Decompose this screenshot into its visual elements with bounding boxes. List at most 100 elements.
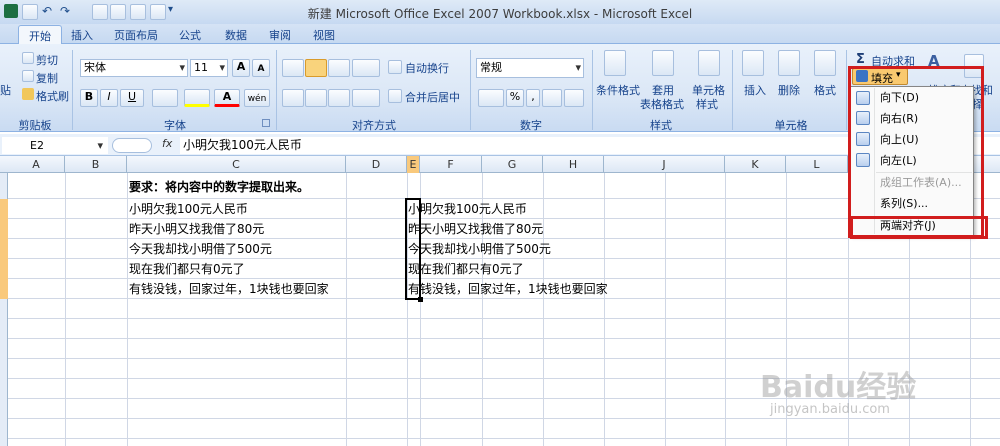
wrap-text-button[interactable]: 自动换行 bbox=[405, 60, 449, 76]
group-label-font: 字体 bbox=[164, 119, 186, 132]
font-name-select[interactable]: 宋体 ▾ bbox=[80, 59, 188, 77]
annotation-highlight-item bbox=[850, 216, 988, 239]
indent-icon[interactable] bbox=[352, 89, 380, 107]
underline-button[interactable]: U bbox=[120, 89, 144, 107]
row-header-selected[interactable] bbox=[0, 239, 8, 259]
comma-button[interactable]: , bbox=[526, 89, 540, 107]
decrease-decimal-icon[interactable] bbox=[564, 89, 584, 107]
align-middle-icon[interactable] bbox=[305, 59, 327, 77]
chevron-down-icon: ▾ bbox=[97, 139, 103, 152]
column-header-a[interactable]: A bbox=[8, 156, 65, 173]
phonetic-icon[interactable]: wén bbox=[244, 89, 270, 107]
selection-range bbox=[405, 198, 421, 300]
column-header-c[interactable]: C bbox=[127, 156, 346, 173]
cell-e4[interactable]: 今天我却找小明借了500元 bbox=[408, 239, 551, 259]
tab-review[interactable]: 审阅 bbox=[262, 25, 298, 44]
column-header-j[interactable]: J bbox=[604, 156, 725, 173]
grid-line bbox=[8, 338, 1000, 339]
row-header-selected[interactable] bbox=[0, 279, 8, 299]
copy-button[interactable]: 复制 bbox=[36, 70, 58, 86]
grid-line bbox=[665, 173, 666, 446]
chevron-down-icon: ▾ bbox=[179, 61, 185, 74]
group-separator bbox=[72, 50, 73, 130]
column-header-k[interactable]: K bbox=[725, 156, 786, 173]
cell-c5[interactable]: 现在我们都只有0元了 bbox=[129, 259, 245, 279]
grow-font-icon[interactable]: A bbox=[232, 59, 250, 77]
borders-icon[interactable] bbox=[152, 89, 178, 107]
format-painter-button[interactable]: 格式刷 bbox=[36, 88, 69, 104]
orientation-icon[interactable] bbox=[352, 59, 380, 77]
cut-button[interactable]: 剪切 bbox=[36, 52, 58, 68]
column-header-f[interactable]: F bbox=[420, 156, 482, 173]
delete-cells-button[interactable]: 删除 bbox=[778, 82, 800, 98]
insert-cells-icon bbox=[742, 50, 764, 76]
align-left-icon[interactable] bbox=[282, 89, 304, 107]
increase-decimal-icon[interactable] bbox=[542, 89, 562, 107]
column-header-g[interactable]: G bbox=[482, 156, 543, 173]
column-header-b[interactable]: B bbox=[65, 156, 127, 173]
cell-e2[interactable]: 小明欠我100元人民币 bbox=[408, 199, 527, 219]
align-right-icon[interactable] bbox=[328, 89, 350, 107]
currency-icon[interactable] bbox=[478, 89, 504, 107]
tab-view[interactable]: 视图 bbox=[306, 25, 342, 44]
font-size-value: 11 bbox=[194, 61, 208, 74]
align-bottom-icon[interactable] bbox=[328, 59, 350, 77]
column-header-h[interactable]: H bbox=[543, 156, 604, 173]
fill-handle[interactable] bbox=[418, 297, 423, 302]
annotation-highlight-box bbox=[848, 66, 984, 238]
shrink-font-icon[interactable]: A bbox=[252, 59, 270, 77]
formula-expand-handle[interactable] bbox=[112, 138, 152, 153]
italic-button[interactable]: I bbox=[100, 89, 118, 107]
fill-color-icon[interactable] bbox=[184, 89, 210, 107]
paste-button[interactable]: 贴 bbox=[0, 82, 11, 98]
name-box[interactable]: E2 ▾ bbox=[2, 137, 108, 154]
grid-line bbox=[725, 173, 726, 446]
row-header-selected[interactable] bbox=[0, 259, 8, 279]
column-header-d[interactable]: D bbox=[346, 156, 407, 173]
conditional-format-button[interactable]: 条件格式 bbox=[596, 82, 640, 98]
insert-cells-button[interactable]: 插入 bbox=[744, 82, 766, 98]
tab-insert[interactable]: 插入 bbox=[64, 25, 100, 44]
cell-e3[interactable]: 昨天小明又找我借了80元 bbox=[408, 219, 543, 239]
insert-function-button[interactable]: fx bbox=[162, 137, 172, 150]
bold-button[interactable]: B bbox=[80, 89, 98, 107]
dialog-launcher-icon[interactable] bbox=[262, 119, 270, 127]
column-header-l[interactable]: L bbox=[786, 156, 848, 173]
tab-data[interactable]: 数据 bbox=[218, 25, 254, 44]
cell-c2[interactable]: 小明欠我100元人民币 bbox=[129, 199, 248, 219]
cell-c6[interactable]: 有钱没钱，回家过年，1块钱也要回家 bbox=[129, 279, 329, 299]
cell-c1[interactable]: 要求：将内容中的数字提取出来。 bbox=[129, 177, 309, 197]
group-separator bbox=[470, 50, 471, 130]
group-label-alignment: 对齐方式 bbox=[352, 119, 396, 132]
tab-formulas[interactable]: 公式 bbox=[172, 25, 208, 44]
number-format-select[interactable]: 常规 ▾ bbox=[476, 58, 584, 78]
row-header-selected[interactable] bbox=[0, 219, 8, 239]
tab-page-layout[interactable]: 页面布局 bbox=[108, 25, 164, 44]
percent-button[interactable]: % bbox=[506, 89, 524, 107]
font-color-icon[interactable]: A bbox=[214, 89, 240, 107]
cell-styles-label-2[interactable]: 样式 bbox=[696, 96, 718, 112]
tab-home[interactable]: 开始 bbox=[18, 25, 62, 44]
cell-c3[interactable]: 昨天小明又找我借了80元 bbox=[129, 219, 264, 239]
group-label-clipboard: 剪贴板 bbox=[18, 119, 52, 132]
align-center-icon[interactable] bbox=[305, 89, 327, 107]
format-as-table-label-2[interactable]: 表格格式 bbox=[640, 96, 684, 112]
column-header-e[interactable]: E bbox=[407, 156, 420, 173]
row-header-selected[interactable] bbox=[0, 199, 8, 219]
group-separator bbox=[276, 50, 277, 130]
group-label-cells: 单元格 bbox=[774, 119, 808, 132]
grid-line bbox=[543, 173, 544, 446]
format-as-table-icon bbox=[652, 50, 674, 76]
grid-line bbox=[8, 418, 1000, 419]
merge-center-button[interactable]: 合并后居中 bbox=[405, 89, 460, 105]
align-top-icon[interactable] bbox=[282, 59, 304, 77]
cell-c4[interactable]: 今天我却找小明借了500元 bbox=[129, 239, 272, 259]
group-label-styles: 样式 bbox=[650, 119, 672, 132]
grid-line bbox=[127, 173, 128, 446]
group-separator bbox=[846, 50, 847, 130]
cell-e6[interactable]: 有钱没钱，回家过年，1块钱也要回家 bbox=[408, 279, 608, 299]
cell-e5[interactable]: 现在我们都只有0元了 bbox=[408, 259, 524, 279]
format-painter-icon bbox=[22, 88, 34, 100]
format-cells-button[interactable]: 格式 bbox=[814, 82, 836, 98]
font-size-select[interactable]: 11 ▾ bbox=[190, 59, 228, 77]
